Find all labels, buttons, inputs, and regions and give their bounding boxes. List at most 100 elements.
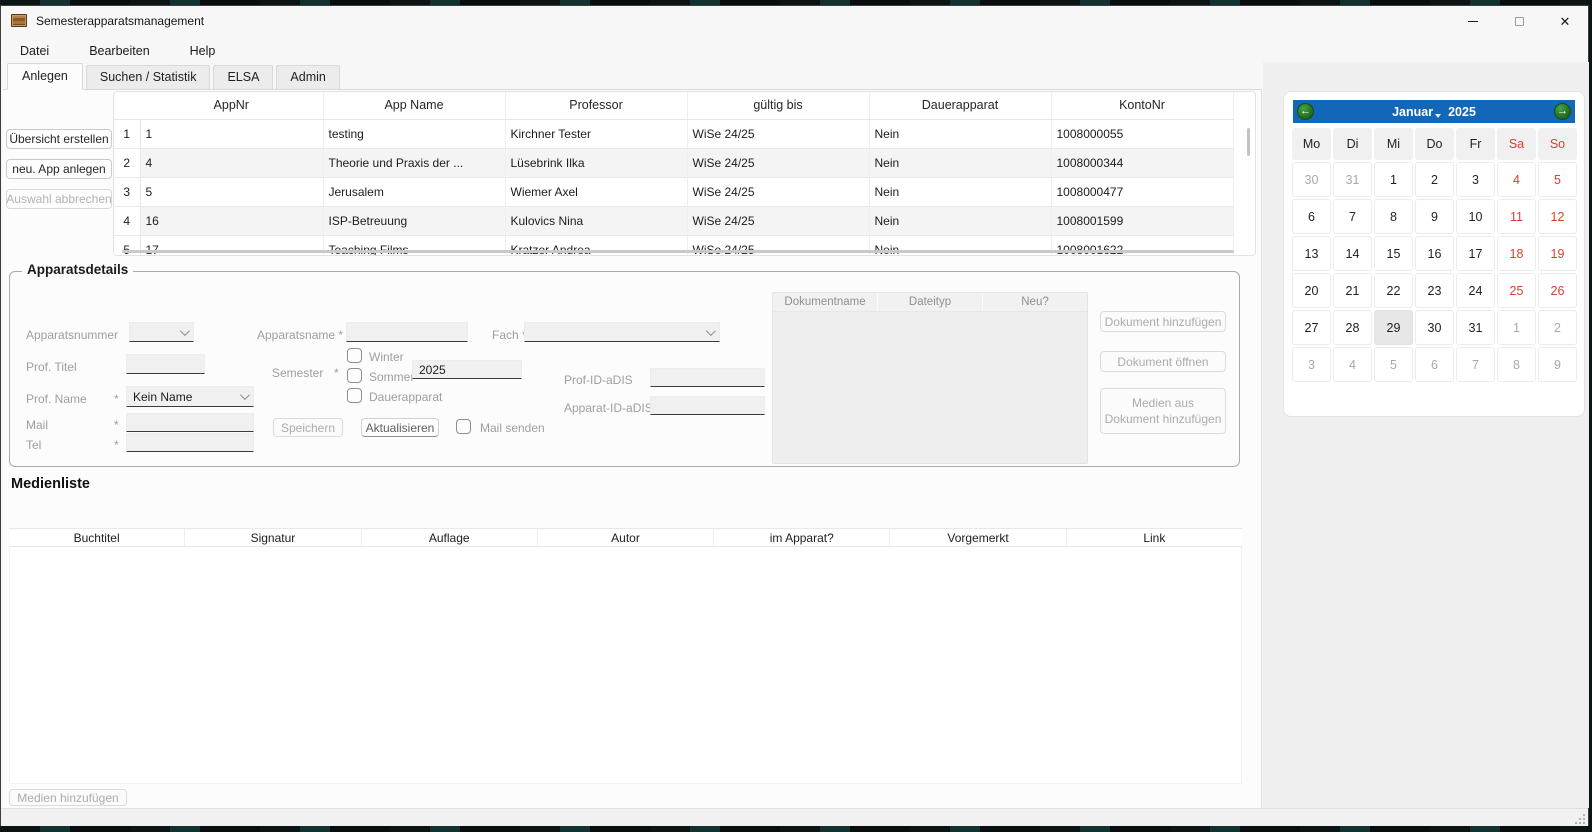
calendar-day[interactable]: 3 — [1456, 162, 1495, 197]
column-header[interactable]: Professor — [505, 92, 687, 119]
table-row[interactable]: 35JerusalemWiemer AxelWiSe 24/25Nein1008… — [114, 177, 1233, 206]
calendar-next-month-button[interactable]: → — [1554, 103, 1571, 120]
tab-suchen-statistik[interactable]: Suchen / Statistik — [86, 65, 211, 90]
cell[interactable]: WiSe 24/25 — [687, 177, 869, 206]
cell[interactable]: Theorie und Praxis der ... — [323, 148, 505, 177]
mail-senden-checkbox[interactable] — [456, 419, 471, 434]
cell[interactable]: 4 — [140, 148, 323, 177]
prof-name-select[interactable]: Kein Name — [126, 386, 254, 407]
calendar-day[interactable]: 15 — [1374, 236, 1413, 271]
cell[interactable]: Nein — [869, 119, 1051, 148]
cell[interactable]: 5 — [140, 177, 323, 206]
aktualisieren-button[interactable]: Aktualisieren — [361, 418, 439, 437]
vertical-scrollbar[interactable] — [1247, 128, 1250, 156]
tab-admin[interactable]: Admin — [276, 65, 339, 90]
calendar-day[interactable]: 24 — [1456, 273, 1495, 308]
cell[interactable]: 1008001599 — [1051, 206, 1233, 235]
calendar-prev-month-button[interactable]: ← — [1297, 103, 1314, 120]
uebersicht-erstellen-button[interactable]: Übersicht erstellen — [6, 129, 112, 149]
calendar-day[interactable]: 17 — [1456, 236, 1495, 271]
calendar-day[interactable]: 6 — [1415, 347, 1454, 382]
apparatsnummer-select[interactable] — [129, 322, 194, 342]
calendar-day[interactable]: 14 — [1333, 236, 1372, 271]
column-header[interactable]: Buchtitel — [9, 529, 185, 546]
calendar-day[interactable]: 7 — [1333, 199, 1372, 234]
cell[interactable]: Nein — [869, 206, 1051, 235]
calendar-day[interactable]: 27 — [1292, 310, 1331, 345]
calendar-day[interactable]: 7 — [1456, 347, 1495, 382]
calendar-day[interactable]: 9 — [1538, 347, 1577, 382]
calendar-day[interactable]: 21 — [1333, 273, 1372, 308]
column-header[interactable]: im Apparat? — [714, 529, 890, 546]
calendar-day[interactable]: 5 — [1538, 162, 1577, 197]
column-header[interactable]: Vorgemerkt — [890, 529, 1066, 546]
cell[interactable]: Nein — [869, 177, 1051, 206]
menu-item-datei[interactable]: Datei — [7, 40, 62, 62]
prof-titel-field[interactable] — [126, 354, 205, 374]
column-header[interactable]: Link — [1067, 529, 1242, 546]
dauerapparat-checkbox[interactable] — [347, 388, 362, 403]
year-field[interactable] — [412, 360, 522, 379]
cell[interactable]: 1008000477 — [1051, 177, 1233, 206]
cell[interactable]: 16 — [140, 206, 323, 235]
fach-select[interactable] — [524, 322, 720, 342]
column-header[interactable]: KontoNr — [1051, 92, 1233, 119]
mail-field[interactable] — [126, 413, 254, 432]
calendar-day[interactable]: 12 — [1538, 199, 1577, 234]
menu-item-bearbeiten[interactable]: Bearbeiten — [76, 40, 162, 62]
calendar-day[interactable]: 23 — [1415, 273, 1454, 308]
column-header[interactable]: Dauerapparat — [869, 92, 1051, 119]
tab-anlegen[interactable]: Anlegen — [7, 63, 83, 90]
cell[interactable]: Kirchner Tester — [505, 119, 687, 148]
minimize-button[interactable] — [1450, 6, 1496, 36]
calendar-day[interactable]: 8 — [1497, 347, 1536, 382]
cell[interactable]: ISP-Betreuung — [323, 206, 505, 235]
calendar-day[interactable]: 4 — [1497, 162, 1536, 197]
column-header[interactable]: Auflage — [362, 529, 538, 546]
horizontal-scrollbar[interactable] — [122, 250, 1234, 253]
calendar-day[interactable]: 1 — [1374, 162, 1413, 197]
calendar-day[interactable]: 28 — [1333, 310, 1372, 345]
calendar-day[interactable]: 20 — [1292, 273, 1331, 308]
calendar-day[interactable]: 29 — [1374, 310, 1413, 345]
calendar-day[interactable]: 1 — [1497, 310, 1536, 345]
calendar-day[interactable]: 31 — [1333, 162, 1372, 197]
tel-field[interactable] — [126, 433, 254, 452]
column-header[interactable]: Signatur — [185, 529, 361, 546]
calendar-day[interactable]: 13 — [1292, 236, 1331, 271]
column-header[interactable]: AppNr — [140, 92, 323, 119]
calendar-day[interactable]: 2 — [1538, 310, 1577, 345]
calendar-day[interactable]: 16 — [1415, 236, 1454, 271]
cell[interactable]: WiSe 24/25 — [687, 119, 869, 148]
cell[interactable]: Wiemer Axel — [505, 177, 687, 206]
calendar-day[interactable]: 11 — [1497, 199, 1536, 234]
column-header[interactable]: App Name — [323, 92, 505, 119]
calendar-day[interactable]: 30 — [1292, 162, 1331, 197]
calendar-day[interactable]: 26 — [1538, 273, 1577, 308]
cell[interactable]: Kulovics Nina — [505, 206, 687, 235]
table-row[interactable]: 11testingKirchner TesterWiSe 24/25Nein10… — [114, 119, 1233, 148]
calendar-day[interactable]: 9 — [1415, 199, 1454, 234]
calendar-day[interactable]: 4 — [1333, 347, 1372, 382]
calendar-day[interactable]: 30 — [1415, 310, 1454, 345]
maximize-button[interactable] — [1496, 6, 1542, 36]
cell[interactable]: testing — [323, 119, 505, 148]
calendar-day[interactable]: 25 — [1497, 273, 1536, 308]
cell[interactable]: Nein — [869, 148, 1051, 177]
column-header[interactable]: Autor — [538, 529, 714, 546]
calendar-day[interactable]: 18 — [1497, 236, 1536, 271]
menu-item-help[interactable]: Help — [177, 40, 229, 62]
cell[interactable]: 1008000344 — [1051, 148, 1233, 177]
column-header[interactable]: gültig bis — [687, 92, 869, 119]
calendar-day[interactable]: 19 — [1538, 236, 1577, 271]
resize-grip-icon[interactable] — [1583, 822, 1585, 824]
calendar-day[interactable]: 6 — [1292, 199, 1331, 234]
cell[interactable]: 1008000055 — [1051, 119, 1233, 148]
cell[interactable]: WiSe 24/25 — [687, 206, 869, 235]
calendar-day[interactable]: 31 — [1456, 310, 1495, 345]
cell[interactable]: Lüsebrink Ilka — [505, 148, 687, 177]
apparatsname-field[interactable] — [346, 322, 468, 342]
calendar-day[interactable]: 10 — [1456, 199, 1495, 234]
calendar-day[interactable]: 2 — [1415, 162, 1454, 197]
table-row[interactable]: 416ISP-BetreuungKulovics NinaWiSe 24/25N… — [114, 206, 1233, 235]
